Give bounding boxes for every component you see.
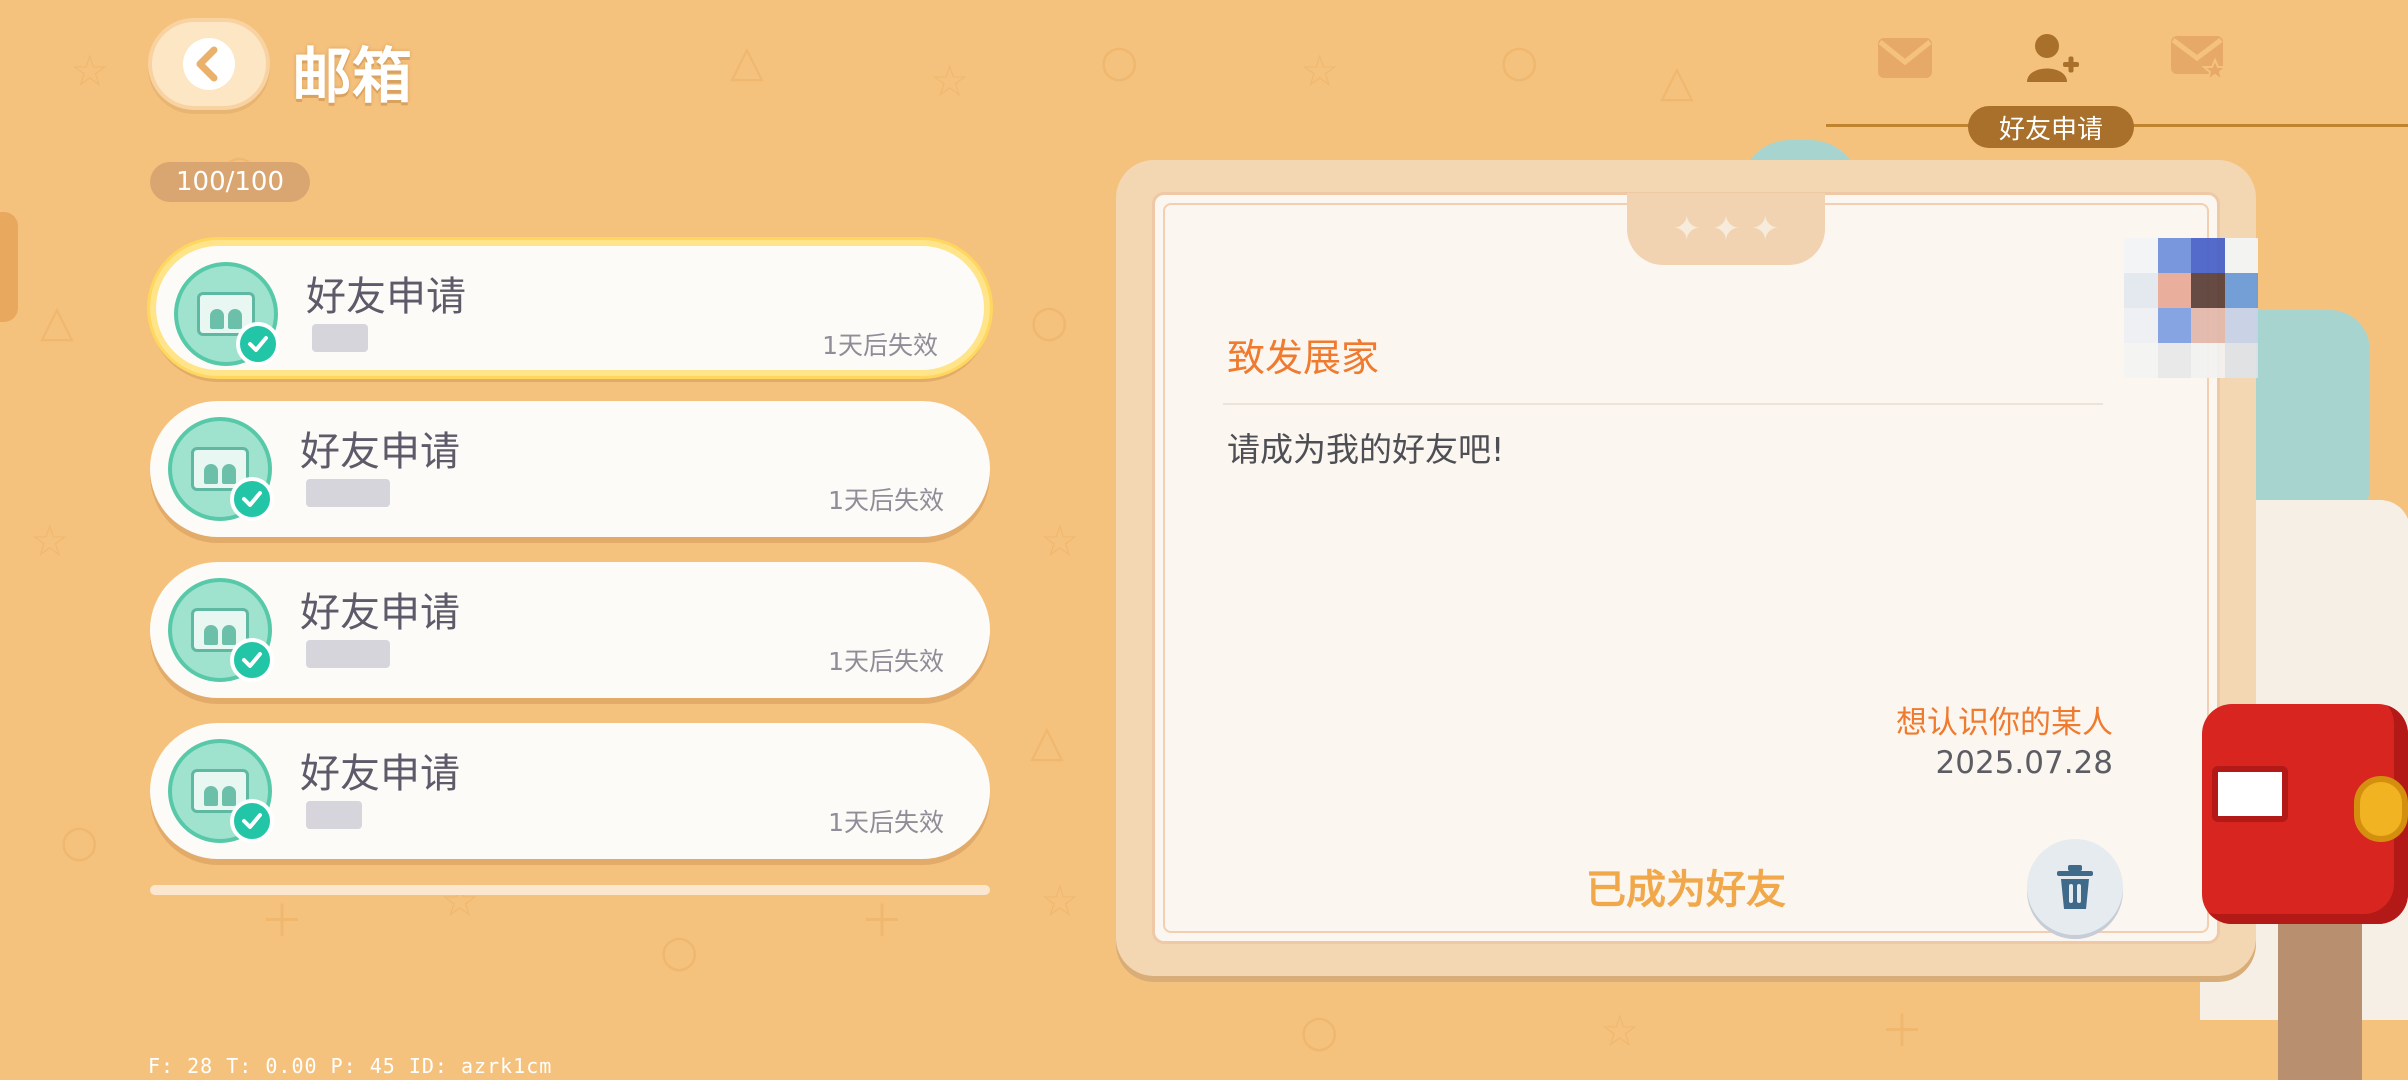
mailbox-post-decoration bbox=[2278, 920, 2362, 1080]
list-item[interactable]: 好友申请 1天后失效 bbox=[150, 723, 990, 859]
list-item[interactable]: 好友申请 1天后失效 bbox=[150, 562, 990, 698]
tab-friend-request[interactable] bbox=[2022, 30, 2084, 86]
expire-text: 1天后失效 bbox=[828, 647, 944, 676]
list-item[interactable]: 好友申请 1天后失效 bbox=[150, 401, 990, 537]
check-icon bbox=[230, 477, 274, 521]
sender-name-blurred bbox=[306, 479, 390, 507]
divider bbox=[1223, 403, 2103, 405]
mail-title: 好友申请 bbox=[300, 751, 460, 797]
check-icon bbox=[236, 322, 280, 366]
add-friend-icon bbox=[2027, 34, 2079, 82]
back-button[interactable] bbox=[148, 18, 270, 110]
tab-mail[interactable] bbox=[1874, 30, 1936, 86]
expire-text: 1天后失效 bbox=[828, 808, 944, 837]
letter-body: 请成为我的好友吧! bbox=[1227, 430, 1505, 469]
mail-title: 好友申请 bbox=[300, 429, 460, 475]
list-item[interactable]: 好友申请 1天后失效 bbox=[150, 240, 990, 376]
friend-card-icon bbox=[168, 578, 274, 682]
mail-icon bbox=[1878, 38, 1932, 78]
letter-paper: ✦ ✦ ✦ 致发展家 请成为我的好友吧! 想认识你的某人 2025.07.28 … bbox=[1152, 192, 2220, 944]
mail-title: 好友申请 bbox=[306, 274, 466, 320]
back-arrow-icon bbox=[183, 38, 235, 90]
side-drawer-handle[interactable] bbox=[0, 212, 18, 322]
check-icon bbox=[230, 638, 274, 682]
delete-button[interactable] bbox=[2027, 839, 2123, 935]
mailbox-slot-decoration bbox=[2212, 766, 2288, 822]
list-item-partial[interactable] bbox=[150, 885, 990, 895]
check-icon bbox=[230, 799, 274, 843]
starred-mail-icon bbox=[2171, 36, 2229, 82]
mail-title: 好友申请 bbox=[300, 590, 460, 636]
mailbox-knob-decoration bbox=[2354, 776, 2408, 842]
sender-name-blurred bbox=[306, 640, 390, 668]
active-tab-label: 好友申请 bbox=[1968, 106, 2134, 148]
letter-recipient: 致发展家 bbox=[1227, 336, 1380, 380]
sparkle-icon: ✦ ✦ ✦ bbox=[1627, 193, 1825, 265]
sender-name-blurred bbox=[306, 801, 362, 829]
trash-icon bbox=[2057, 865, 2093, 909]
letter-panel: ✦ ✦ ✦ 致发展家 请成为我的好友吧! 想认识你的某人 2025.07.28 … bbox=[1116, 160, 2256, 976]
character-decoration bbox=[2250, 310, 2370, 510]
mail-list: 好友申请 1天后失效 好友申请 1天后失效 好友申请 1天后失效 好友申请 1天… bbox=[150, 240, 990, 895]
expire-text: 1天后失效 bbox=[828, 486, 944, 515]
letter-sender: 想认识你的某人 bbox=[1896, 705, 2113, 741]
tab-starred-mail[interactable] bbox=[2168, 30, 2230, 86]
mail-counter: 100/100 bbox=[150, 162, 310, 202]
friend-card-icon bbox=[174, 262, 280, 366]
friend-card-icon bbox=[168, 417, 274, 521]
page-title: 邮箱 bbox=[292, 42, 412, 112]
sender-name-blurred bbox=[312, 324, 368, 352]
debug-overlay: F: 28 T: 0.00 P: 45 ID: azrk1cm bbox=[148, 1054, 553, 1078]
sender-avatar[interactable] bbox=[2124, 238, 2258, 378]
expire-text: 1天后失效 bbox=[822, 331, 938, 360]
letter-date: 2025.07.28 bbox=[1935, 745, 2114, 781]
friend-card-icon bbox=[168, 739, 274, 843]
